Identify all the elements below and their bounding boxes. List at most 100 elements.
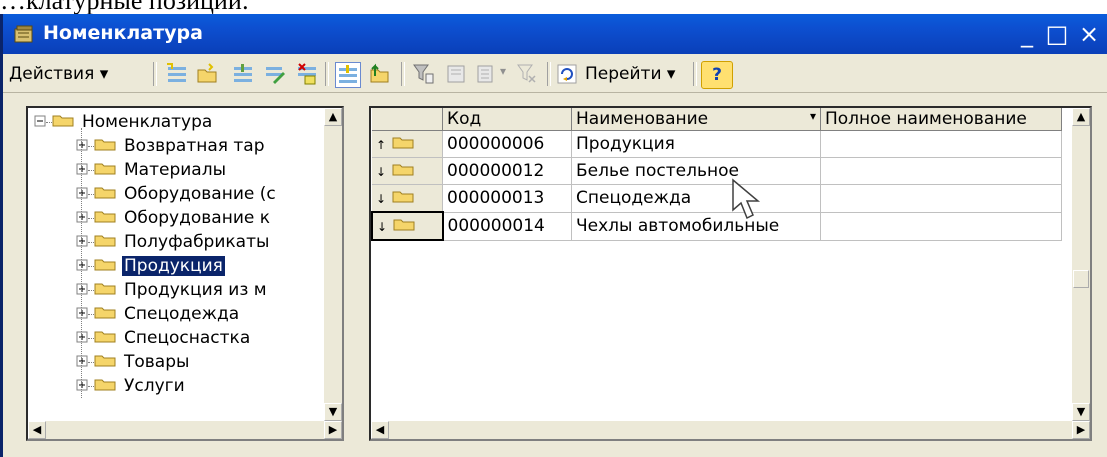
row-icon-cell[interactable]: ↓ — [372, 157, 443, 185]
tree-item[interactable]: Полуфабрикаты — [76, 230, 271, 254]
table-row[interactable]: ↑ 000000006 Продукция — [372, 130, 1062, 158]
scroll-left-icon[interactable]: ◀ — [28, 421, 46, 439]
cell-code[interactable]: 000000013 — [442, 184, 572, 213]
table-row[interactable]: ↓ 000000012 Белье постельное — [372, 157, 1062, 185]
row-icon-cell[interactable]: ↑ — [372, 130, 443, 158]
folder-icon — [94, 352, 116, 372]
copy-item-icon[interactable] — [231, 62, 255, 86]
tree-root[interactable]: Номенклатура — [34, 110, 214, 134]
cell-name[interactable]: Спецодежда — [571, 184, 821, 213]
tree-item-label: Номенклатура — [82, 112, 213, 132]
expand-icon[interactable] — [76, 280, 88, 300]
scroll-left-icon[interactable]: ◀ — [371, 421, 389, 439]
chevron-down-icon[interactable]: ▾ — [500, 64, 506, 78]
maximize-button[interactable]: □ — [1043, 20, 1071, 48]
minimize-button[interactable]: _ — [1013, 20, 1041, 48]
level-up-icon[interactable] — [367, 62, 391, 86]
tree-item[interactable]: Спецоснастка — [76, 326, 252, 350]
help-button[interactable]: ? — [701, 61, 733, 89]
tree-item[interactable]: Услуги — [76, 374, 187, 398]
help-icon: ? — [712, 65, 722, 85]
scroll-thumb[interactable] — [1073, 270, 1089, 288]
cell-code[interactable]: 000000012 — [442, 157, 572, 185]
tree-item-label: Продукция — [122, 256, 225, 276]
delete-item-icon[interactable] — [295, 62, 319, 86]
scroll-right-icon[interactable]: ▶ — [324, 421, 342, 439]
level-down-arrow-icon: ↓ — [376, 165, 387, 179]
scroll-up-icon[interactable]: ▲ — [1072, 108, 1090, 126]
goto-icon[interactable] — [555, 62, 579, 86]
toolbar-separator — [325, 62, 329, 86]
tree-item-label: Полуфабрикаты — [124, 232, 270, 252]
expand-icon[interactable] — [76, 304, 88, 324]
table-row[interactable]: ↓ 000000014 Чехлы автомобильные — [371, 211, 1062, 241]
scroll-down-icon[interactable]: ▼ — [1072, 403, 1090, 421]
scroll-right-icon[interactable]: ▶ — [1072, 421, 1090, 439]
hierarchy-toggle-icon[interactable] — [335, 62, 361, 88]
nomenclature-window: Номенклатура _ □ × Действия ▾ ▾ Перейти … — [0, 14, 1107, 457]
list-horizontal-scrollbar[interactable]: ◀ ▶ — [371, 421, 1090, 439]
row-icon-cell[interactable]: ↓ — [372, 184, 443, 213]
tree-connector-line — [81, 128, 82, 398]
expand-icon[interactable] — [76, 328, 88, 348]
cell-code[interactable]: 000000006 — [442, 130, 572, 158]
toolbar-separator — [401, 62, 405, 86]
folder-icon — [94, 280, 116, 300]
tree-item[interactable]: Оборудование (с — [76, 182, 278, 206]
filter-value-icon — [447, 65, 465, 83]
expand-icon[interactable] — [76, 136, 88, 156]
list-panel[interactable]: Код Наименование ▾ Полное наименование ↑… — [369, 106, 1092, 441]
edit-item-icon[interactable] — [263, 62, 287, 86]
scroll-up-icon[interactable]: ▲ — [324, 108, 342, 126]
mouse-pointer-icon — [732, 178, 761, 220]
tree-item[interactable]: Продукция — [76, 254, 225, 278]
cell-name[interactable]: Белье постельное — [571, 157, 821, 185]
expand-icon[interactable] — [76, 232, 88, 252]
tree-item[interactable]: Товары — [76, 350, 191, 374]
expand-icon[interactable] — [76, 184, 88, 204]
table-row[interactable]: ↓ 000000013 Спецодежда — [372, 184, 1062, 213]
cell-code[interactable]: 000000014 — [442, 212, 572, 241]
column-header-name[interactable]: Наименование ▾ — [571, 108, 821, 131]
list-vertical-scrollbar[interactable]: ▲ ▼ — [1072, 108, 1090, 421]
column-header-icon[interactable] — [372, 108, 443, 131]
cell-full-name[interactable] — [820, 184, 1062, 213]
actions-menu-button[interactable]: Действия ▾ — [9, 61, 108, 87]
cell-name[interactable]: Продукция — [571, 130, 821, 158]
filter-icon[interactable] — [411, 62, 435, 86]
tree-vertical-scrollbar[interactable]: ▲ ▼ — [324, 108, 342, 421]
cell-full-name[interactable] — [820, 212, 1062, 241]
goto-menu-button[interactable]: Перейти ▾ — [585, 61, 675, 87]
tree-panel[interactable]: Номенклатура Возвратная тар Материалы Обору… — [26, 106, 344, 441]
tree-item[interactable]: Материалы — [76, 158, 228, 182]
cell-full-name[interactable] — [820, 130, 1062, 158]
scroll-down-icon[interactable]: ▼ — [324, 403, 342, 421]
tree-item[interactable]: Спецодежда — [76, 302, 241, 326]
column-header-code[interactable]: Код — [442, 108, 572, 131]
expand-icon[interactable] — [76, 376, 88, 396]
column-header-full-name[interactable]: Полное наименование — [820, 108, 1062, 131]
tree-item[interactable]: Оборудование к — [76, 206, 272, 230]
expand-icon[interactable] — [76, 208, 88, 228]
filter-list-icon — [477, 65, 493, 83]
window-title: Номенклатура — [43, 22, 203, 44]
folder-icon — [94, 208, 116, 228]
tree-item-label: Продукция из м — [124, 280, 267, 300]
cell-full-name[interactable] — [820, 157, 1062, 185]
expand-icon[interactable] — [76, 256, 88, 276]
close-button[interactable]: × — [1075, 20, 1103, 48]
expand-icon[interactable] — [76, 352, 88, 372]
tree-item[interactable]: Возвратная тар — [76, 134, 267, 158]
add-item-icon[interactable] — [165, 62, 189, 86]
level-up-arrow-icon: ↑ — [376, 138, 387, 152]
row-icon-cell[interactable]: ↓ — [371, 211, 444, 241]
expand-icon[interactable] — [76, 160, 88, 180]
tree-item-label: Возвратная тар — [124, 136, 265, 156]
collapse-icon[interactable] — [34, 112, 46, 132]
tree-horizontal-scrollbar[interactable]: ◀ ▶ — [28, 421, 342, 439]
add-group-icon[interactable] — [195, 62, 219, 86]
tree-item-label: Товары — [124, 352, 190, 372]
cell-name[interactable]: Чехлы автомобильные — [571, 212, 821, 241]
titlebar[interactable]: Номенклатура _ □ × — [3, 14, 1107, 54]
tree-item[interactable]: Продукция из м — [76, 278, 269, 302]
